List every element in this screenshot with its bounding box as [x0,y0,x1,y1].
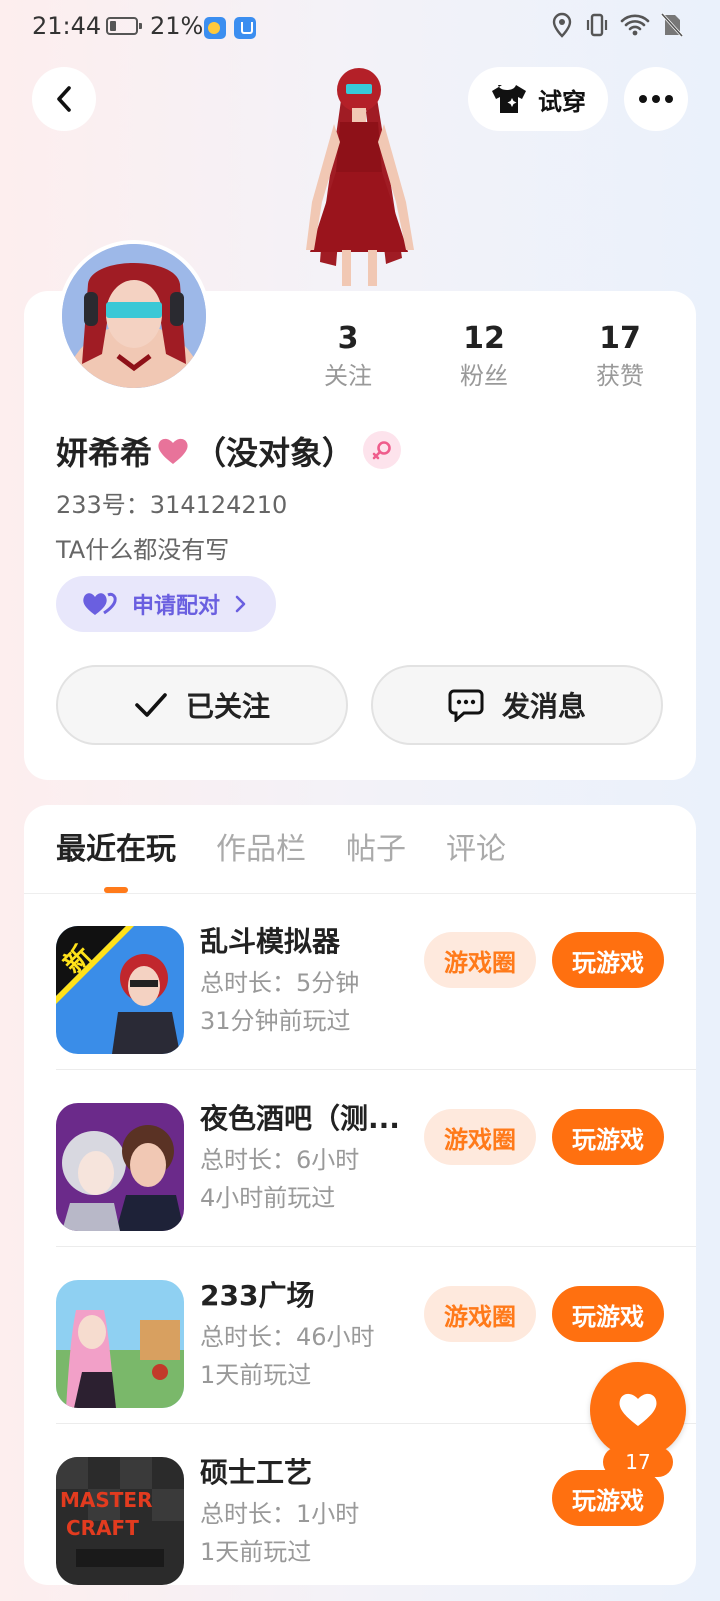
followed-label: 已关注 [185,690,270,723]
game-last-played: 1天前玩过 [200,1361,312,1389]
game-name: 夜色酒吧（测... [200,1102,400,1135]
like-count-badge: 17 [603,1447,673,1477]
brawl-simulator-artwork: 新 [56,926,184,1054]
shield-app-icon [234,17,256,39]
avatar[interactable] [58,240,210,392]
master-craft-artwork: MASTER CRAFT [56,1457,184,1585]
heart-emoji-icon [158,438,188,464]
avatar-image [62,244,206,388]
avatar-3d-figure[interactable] [284,52,434,292]
try-on-button[interactable]: 试穿 [468,67,608,131]
status-bar: 21:44 21% [0,0,720,56]
game-icon-master-craft[interactable]: MASTER CRAFT [56,1457,184,1585]
user-bio: TA什么都没有写 [56,536,230,564]
game-duration: 总时长：5分钟 [200,969,360,997]
weather-app-icon [204,17,226,39]
stat-followers[interactable]: 12 粉丝 [434,320,534,392]
chat-bubble-icon [448,689,484,722]
game-icon-brawl-simulator[interactable]: 新 [56,926,184,1054]
tab-posts[interactable]: 帖子 [346,830,406,870]
username-suffix: （没对象） [194,434,355,472]
status-time: 21:44 [32,12,102,40]
game-name: 233广场 [200,1279,315,1312]
game-last-played: 31分钟前玩过 [200,1007,351,1035]
game-row-night-bar[interactable]: 夜色酒吧（测... 总时长：6小时 4小时前玩过 游戏圈 玩游戏 [24,1071,696,1247]
game-circle-button[interactable]: 游戏圈 [424,932,536,988]
back-button[interactable] [32,67,96,131]
no-sim-icon [660,12,684,38]
more-options-button[interactable] [624,67,688,131]
master-craft-logo-bottom: CRAFT [66,1516,139,1540]
tab-comments[interactable]: 评论 [446,830,506,870]
battery-icon [106,17,142,35]
like-button[interactable] [590,1362,686,1458]
game-row-brawl-simulator[interactable]: 新 乱斗模拟器 总时长：5分钟 31分钟前玩过 游戏圈 玩游戏 [24,894,696,1070]
night-bar-artwork [56,1103,184,1231]
plaza-artwork [56,1280,184,1408]
stat-following[interactable]: 3 关注 [298,320,398,392]
send-message-button[interactable]: 发消息 [371,665,663,745]
master-craft-logo-top: MASTER [60,1488,153,1512]
username: 妍希希 （没对象） [56,428,354,474]
send-message-label: 发消息 [501,690,586,723]
request-pair-label: 申请配对 [132,594,221,619]
check-icon [135,693,167,717]
play-game-button[interactable]: 玩游戏 [552,932,664,988]
row-divider [56,1069,696,1070]
followed-button[interactable]: 已关注 [56,665,348,745]
game-duration: 总时长：1小时 [200,1500,360,1528]
game-last-played: 4小时前玩过 [200,1184,336,1212]
chevron-right-icon [235,595,246,613]
user-id: 233号：314124210 [56,491,288,519]
play-game-button[interactable]: 玩游戏 [552,1109,664,1165]
tshirt-icon [492,85,526,113]
likes-count: 17 [599,321,641,356]
game-circle-button[interactable]: 游戏圈 [424,1286,536,1342]
chevron-left-icon [57,86,71,112]
tab-works[interactable]: 作品栏 [216,830,306,870]
location-icon [552,12,572,38]
game-row-master-craft[interactable]: MASTER CRAFT 硕士工艺 总时长：1小时 1天前玩过 玩游戏 [24,1425,696,1601]
username-main: 妍希希 [56,434,153,472]
female-gender-icon [363,431,401,469]
vibrate-icon [586,13,608,37]
likes-label: 获赞 [596,362,644,390]
heart-icon [619,1393,657,1426]
play-game-button[interactable]: 玩游戏 [552,1470,664,1526]
row-divider [56,1246,696,1247]
followers-label: 粉丝 [460,362,508,390]
wifi-icon [620,14,650,36]
more-dots-icon [639,95,673,103]
followers-count: 12 [463,321,505,356]
game-icon-night-bar[interactable] [56,1103,184,1231]
request-pair-button[interactable]: 申请配对 [56,576,276,632]
game-icon-233-plaza[interactable] [56,1280,184,1408]
following-count: 3 [337,321,359,356]
stat-likes[interactable]: 17 获赞 [570,320,670,392]
play-game-button[interactable]: 玩游戏 [552,1286,664,1342]
double-heart-icon [83,592,117,615]
tab-recently-played[interactable]: 最近在玩 [56,830,176,870]
game-name: 硕士工艺 [200,1456,313,1489]
game-last-played: 1天前玩过 [200,1538,312,1566]
game-circle-button[interactable]: 游戏圈 [424,1109,536,1165]
try-on-label: 试穿 [538,87,586,116]
game-duration: 总时长：6小时 [200,1146,360,1174]
following-label: 关注 [324,362,372,390]
battery-percent: 21% [150,12,204,40]
game-duration: 总时长：46小时 [200,1323,375,1351]
game-name: 乱斗模拟器 [200,925,341,958]
